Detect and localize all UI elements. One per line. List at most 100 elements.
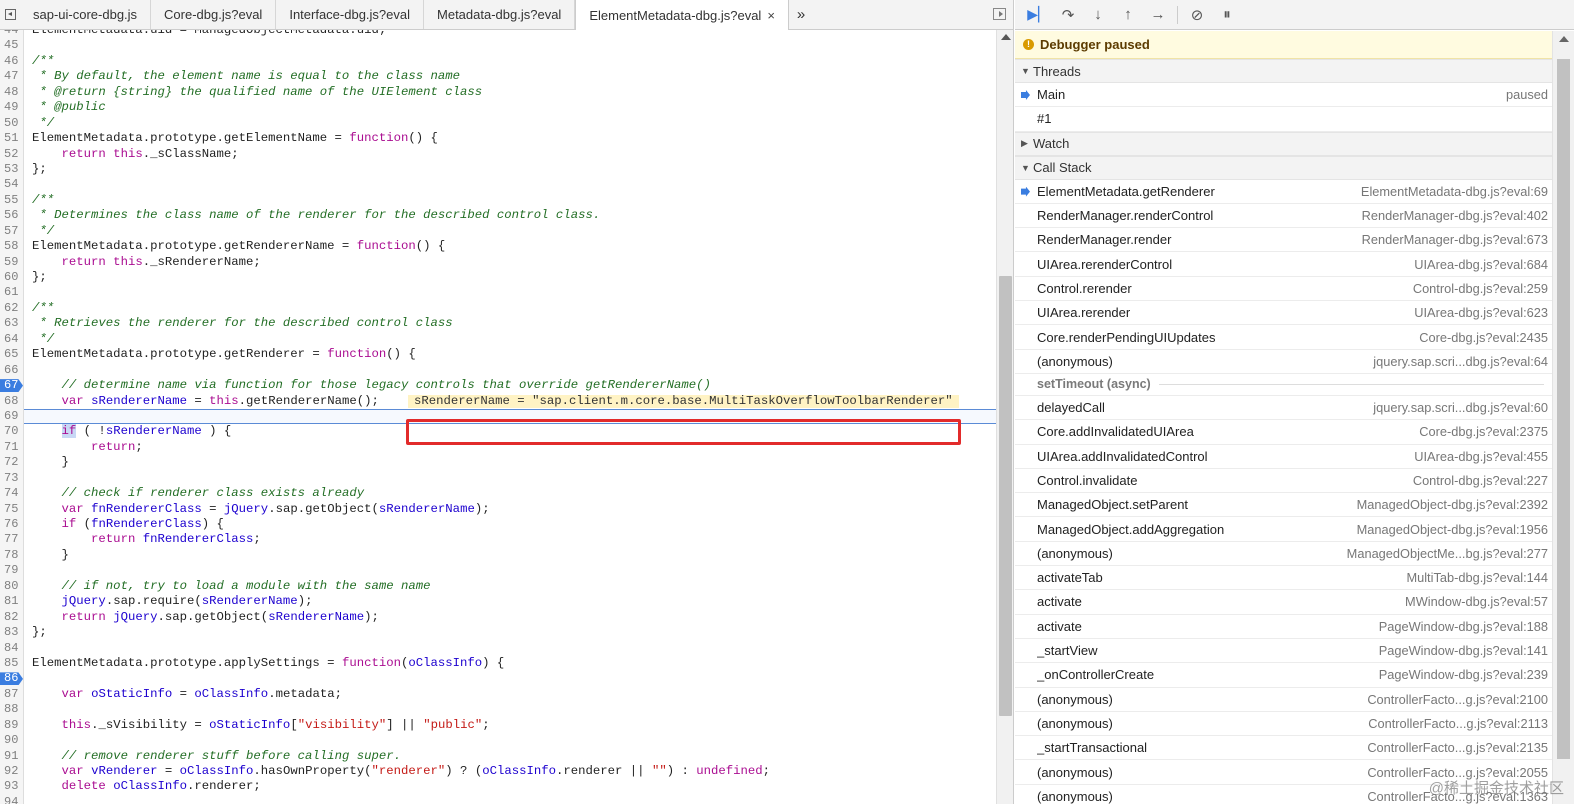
call-frame[interactable]: UIArea.addInvalidatedControl UIArea-dbg.j… xyxy=(1015,445,1552,469)
line-number[interactable]: 48 xyxy=(0,85,24,100)
line-number[interactable]: 70 xyxy=(0,424,24,439)
line-number[interactable]: 91 xyxy=(0,749,24,764)
line-number[interactable]: 62 xyxy=(0,301,24,316)
frame-location-link[interactable]: PageWindow-dbg.js?eval:239 xyxy=(1379,667,1548,682)
line-number[interactable]: 66 xyxy=(0,363,24,378)
frame-location-link[interactable]: PageWindow-dbg.js?eval:141 xyxy=(1379,643,1548,658)
scrollbar-thumb[interactable] xyxy=(1557,59,1570,759)
callstack-section-header[interactable]: ▼ Call Stack xyxy=(1015,155,1552,180)
line-number[interactable]: 71 xyxy=(0,440,24,455)
deactivate-breakpoints-button[interactable]: ⊘ xyxy=(1182,0,1212,30)
step-into-button[interactable]: ↓ xyxy=(1083,0,1113,30)
call-frame[interactable]: (anonymous) ControllerFacto...g.js?eval:2… xyxy=(1015,688,1552,712)
sidebar-scrollbar[interactable] xyxy=(1552,31,1574,804)
line-number[interactable]: 83 xyxy=(0,625,24,640)
tabs-overflow-button[interactable]: » xyxy=(789,0,813,29)
line-number[interactable]: 58 xyxy=(0,239,24,254)
breakpoint-line-number[interactable]: 67 xyxy=(0,378,24,393)
line-number[interactable]: 64 xyxy=(0,332,24,347)
frame-location-link[interactable]: MultiTab-dbg.js?eval:144 xyxy=(1406,570,1548,585)
line-number[interactable]: 72 xyxy=(0,455,24,470)
editor-tab[interactable]: Interface-dbg.js?eval xyxy=(276,0,425,29)
line-number[interactable]: 78 xyxy=(0,548,24,563)
call-frame[interactable]: (anonymous) ControllerFacto...g.js?eval:2… xyxy=(1015,712,1552,737)
call-frame[interactable]: RenderManager.render RenderManager-dbg.js… xyxy=(1015,228,1552,253)
call-frame[interactable]: activate PageWindow-dbg.js?eval:188 xyxy=(1015,615,1552,639)
call-frame[interactable]: activateTab MultiTab-dbg.js?eval:144 xyxy=(1015,566,1552,591)
scrollbar-thumb[interactable] xyxy=(999,276,1012,716)
line-number[interactable]: 87 xyxy=(0,687,24,702)
line-number[interactable]: 80 xyxy=(0,579,24,594)
line-number[interactable]: 63 xyxy=(0,316,24,331)
code-editor[interactable]: 44 ElementMetadata.uid = ManagedObjectMet… xyxy=(0,30,996,804)
call-frame[interactable]: _startView PageWindow-dbg.js?eval:141 xyxy=(1015,639,1552,664)
line-number[interactable]: 92 xyxy=(0,764,24,779)
line-number[interactable]: 46 xyxy=(0,54,24,69)
call-frame[interactable]: Control.rerender Control-dbg.js?eval:259 xyxy=(1015,277,1552,302)
line-number[interactable]: 47 xyxy=(0,69,24,84)
resume-button[interactable]: ▶▏ xyxy=(1023,0,1053,30)
editor-scrollbar[interactable] xyxy=(996,30,1013,804)
call-frame[interactable]: activate MWindow-dbg.js?eval:57 xyxy=(1015,590,1552,615)
call-frame[interactable]: _onControllerCreate PageWindow-dbg.js?eva… xyxy=(1015,663,1552,688)
line-number[interactable]: 44 xyxy=(0,30,24,38)
line-number[interactable]: 84 xyxy=(0,641,24,656)
line-number[interactable]: 88 xyxy=(0,702,24,717)
line-number[interactable]: 89 xyxy=(0,718,24,733)
close-icon[interactable]: × xyxy=(767,8,775,23)
scroll-up-icon[interactable] xyxy=(1001,34,1011,40)
frame-location-link[interactable]: ControllerFacto...g.js?eval:2113 xyxy=(1368,716,1548,731)
editor-tab[interactable]: Core-dbg.js?eval xyxy=(151,0,277,29)
frame-location-link[interactable]: Core-dbg.js?eval:2435 xyxy=(1419,330,1548,345)
frame-location-link[interactable]: ControllerFacto...g.js?eval:2100 xyxy=(1367,692,1548,707)
line-number[interactable]: 55 xyxy=(0,193,24,208)
line-number[interactable]: 53 xyxy=(0,162,24,177)
toggle-navigator-button[interactable] xyxy=(0,0,20,29)
step-button[interactable]: → xyxy=(1143,0,1173,30)
frame-location-link[interactable]: jquery.sap.scri...dbg.js?eval:60 xyxy=(1373,400,1548,415)
call-frame[interactable]: (anonymous) ManagedObjectMe...bg.js?eval:… xyxy=(1015,542,1552,567)
call-frame[interactable]: Core.renderPendingUIUpdates Core-dbg.js?e… xyxy=(1015,325,1552,350)
line-number[interactable]: 75 xyxy=(0,502,24,517)
frame-location-link[interactable]: Core-dbg.js?eval:2375 xyxy=(1419,424,1548,439)
call-frame[interactable]: Control.invalidate Control-dbg.js?eval:22… xyxy=(1015,469,1552,494)
frame-location-link[interactable]: ManagedObjectMe...bg.js?eval:277 xyxy=(1347,546,1548,561)
call-frame[interactable]: ManagedObject.setParent ManagedObject-dbg… xyxy=(1015,493,1552,518)
line-number[interactable]: 60 xyxy=(0,270,24,285)
call-frame[interactable]: delayedCall jquery.sap.scri...dbg.js?eval… xyxy=(1015,396,1552,421)
toggle-debugger-sidebar-button[interactable] xyxy=(993,8,1006,20)
threads-section-header[interactable]: ▼ Threads xyxy=(1015,59,1552,83)
line-number[interactable]: 45 xyxy=(0,38,24,53)
line-number[interactable]: 82 xyxy=(0,610,24,625)
frame-location-link[interactable]: UIArea-dbg.js?eval:623 xyxy=(1414,305,1548,320)
editor-tab[interactable]: sap-ui-core-dbg.js xyxy=(20,0,152,29)
thread-item[interactable]: #1 xyxy=(1015,107,1552,132)
line-number[interactable]: 93 xyxy=(0,779,24,794)
call-frame[interactable]: Core.addInvalidatedUIArea Core-dbg.js?eva… xyxy=(1015,420,1552,445)
frame-location-link[interactable]: Control-dbg.js?eval:227 xyxy=(1413,473,1548,488)
line-number[interactable]: 94 xyxy=(0,795,24,804)
thread-item[interactable]: Main paused xyxy=(1015,83,1552,108)
line-number[interactable]: 74 xyxy=(0,486,24,501)
frame-location-link[interactable]: ManagedObject-dbg.js?eval:1956 xyxy=(1357,522,1548,537)
line-number[interactable]: 61 xyxy=(0,285,24,300)
step-over-button[interactable]: ↷ xyxy=(1053,0,1083,30)
line-number[interactable]: 54 xyxy=(0,177,24,192)
call-frame[interactable]: UIArea.rerender UIArea-dbg.js?eval:623 xyxy=(1015,301,1552,326)
line-number[interactable]: 68 xyxy=(0,394,24,409)
step-out-button[interactable]: ↑ xyxy=(1113,0,1143,30)
call-frame[interactable]: ManagedObject.addAggregation ManagedObjec… xyxy=(1015,517,1552,542)
line-number[interactable]: 85 xyxy=(0,656,24,671)
frame-location-link[interactable]: ManagedObject-dbg.js?eval:2392 xyxy=(1357,497,1548,512)
call-frame[interactable]: _startTransactional ControllerFacto...g.j… xyxy=(1015,736,1552,761)
frame-location-link[interactable]: PageWindow-dbg.js?eval:188 xyxy=(1379,619,1548,634)
line-number[interactable]: 59 xyxy=(0,255,24,270)
frame-location-link[interactable]: UIArea-dbg.js?eval:455 xyxy=(1414,449,1548,464)
line-number[interactable]: 69 xyxy=(0,409,24,424)
frame-location-link[interactable]: ControllerFacto...g.js?eval:2135 xyxy=(1367,740,1548,755)
line-number[interactable]: 49 xyxy=(0,100,24,115)
call-frame[interactable]: UIArea.rerenderControl UIArea-dbg.js?eval… xyxy=(1015,252,1552,277)
call-frame[interactable]: RenderManager.renderControl RenderManager… xyxy=(1015,204,1552,229)
line-number[interactable]: 81 xyxy=(0,594,24,609)
line-number[interactable]: 57 xyxy=(0,224,24,239)
